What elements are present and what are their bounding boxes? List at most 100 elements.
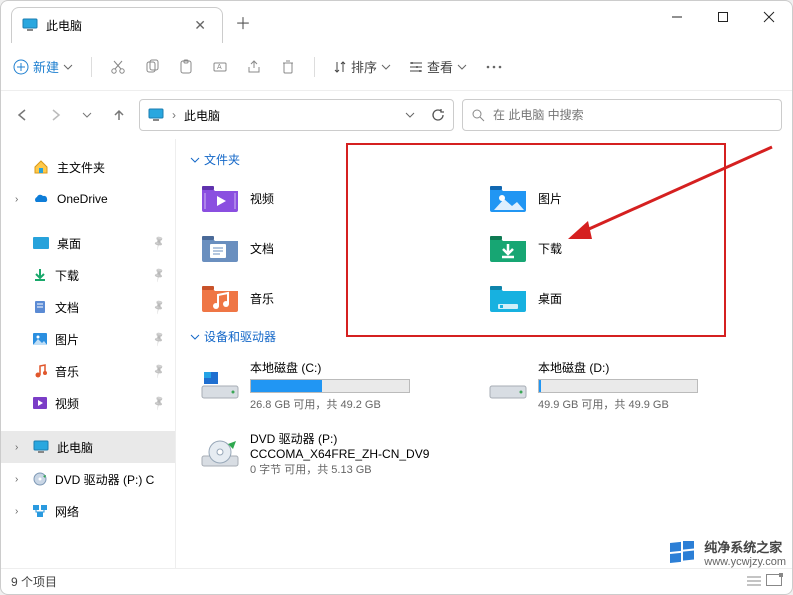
capacity-fill [539,380,541,392]
paste-button[interactable] [178,59,194,75]
downloads-icon [33,268,47,282]
search-input[interactable] [493,108,773,122]
item-count: 9 个项目 [11,573,57,590]
sidebar-item-home[interactable]: 主文件夹 [1,151,175,183]
back-button[interactable] [11,103,35,127]
sidebar-label: 此电脑 [57,439,93,456]
up-button[interactable] [107,103,131,127]
chevron-down-icon [190,332,200,342]
sidebar-item-desktop[interactable]: 桌面 [1,227,175,259]
tab-this-pc[interactable]: 此电脑 ✕ [11,7,223,43]
sidebar-item-network[interactable]: › 网络 [1,495,175,527]
sidebar-label: 视频 [55,395,79,412]
sidebar-item-videos[interactable]: 视频 [1,387,175,419]
drive-icon [488,370,528,402]
search-icon [471,108,485,122]
capacity-bar [250,379,410,393]
chevron-right-icon: › [172,108,176,122]
sidebar-label: 主文件夹 [57,159,105,176]
view-large-icon[interactable] [766,574,782,589]
watermark-logo-icon [670,541,698,565]
drive-icon [200,370,240,402]
sidebar-item-music[interactable]: 音乐 [1,355,175,387]
title-bar: 此电脑 ✕ ＋ [1,1,792,43]
drives-grid: 本地磁盘 (C:) 26.8 GB 可用，共 49.2 GB 本地磁盘 (D:)… [188,349,780,487]
folder-downloads[interactable]: 下载 [484,226,772,270]
folder-music[interactable]: 音乐 [196,276,484,320]
drive-detail: 49.9 GB 可用，共 49.9 GB [538,396,768,412]
section-folders[interactable]: 文件夹 [188,147,780,172]
drive-name: 本地磁盘 (D:) [538,359,768,376]
chevron-down-icon [381,62,391,72]
share-button[interactable] [246,59,262,75]
close-button[interactable] [746,1,792,33]
folder-label: 视频 [250,190,274,207]
sidebar-label: 文档 [55,299,79,316]
drive-d[interactable]: 本地磁盘 (D:) 49.9 GB 可用，共 49.9 GB [484,353,772,418]
sidebar-item-downloads[interactable]: 下载 [1,259,175,291]
documents-folder-icon [200,232,240,264]
new-tab-button[interactable]: ＋ [223,1,263,43]
dvd-drive-icon [200,438,240,470]
delete-button[interactable] [280,59,296,75]
refresh-button[interactable] [431,108,445,122]
tab-close-button[interactable]: ✕ [188,15,212,36]
more-button[interactable] [485,60,503,74]
folder-label: 图片 [538,190,562,207]
drive-c[interactable]: 本地磁盘 (C:) 26.8 GB 可用，共 49.2 GB [196,353,484,418]
videos-folder-icon [200,182,240,214]
drive-name: DVD 驱动器 (P:) [250,430,480,447]
new-label: 新建 [33,57,59,76]
folder-pictures[interactable]: 图片 [484,176,772,220]
window-controls [654,1,792,43]
explorer-window: 此电脑 ✕ ＋ 新建 A 排序 查看 [0,0,793,595]
network-icon [33,505,47,517]
watermark-url: www.ycwjzy.com [704,556,786,568]
status-bar: 9 个项目 [1,568,792,594]
drive-p[interactable]: DVD 驱动器 (P:) CCCOMA_X64FRE_ZH-CN_DV9 0 字… [196,424,484,483]
folder-label: 文档 [250,240,274,257]
dvd-icon [33,472,47,486]
tab-title: 此电脑 [46,17,82,34]
home-icon [33,159,49,175]
minimize-button[interactable] [654,1,700,33]
drive-name: 本地磁盘 (C:) [250,359,480,376]
copy-button[interactable] [144,59,160,75]
pictures-folder-icon [488,182,528,214]
rename-button[interactable]: A [212,59,228,75]
chevron-down-icon [190,155,200,165]
desktop-folder-icon [488,282,528,314]
desktop-icon [33,237,49,249]
chevron-right-icon: › [15,506,25,517]
maximize-button[interactable] [700,1,746,33]
address-bar[interactable]: › 此电脑 [139,99,454,131]
search-bar[interactable] [462,99,782,131]
view-label: 查看 [427,57,453,76]
drive-detail: 26.8 GB 可用，共 49.2 GB [250,396,480,412]
music-icon [33,364,47,378]
sidebar-item-onedrive[interactable]: › OneDrive [1,183,175,215]
forward-button[interactable] [43,103,67,127]
sidebar-item-documents[interactable]: 文档 [1,291,175,323]
folder-label: 下载 [538,240,562,257]
new-button[interactable]: 新建 [13,57,73,76]
videos-icon [33,397,47,409]
folder-videos[interactable]: 视频 [196,176,484,220]
chevron-right-icon: › [15,442,25,453]
section-drives[interactable]: 设备和驱动器 [188,324,780,349]
recent-button[interactable] [75,103,99,127]
view-details-icon[interactable] [746,574,762,589]
address-dropdown[interactable] [405,110,415,120]
section-label: 设备和驱动器 [204,328,276,345]
folder-desktop[interactable]: 桌面 [484,276,772,320]
sidebar-item-pictures[interactable]: 图片 [1,323,175,355]
cut-button[interactable] [110,59,126,75]
sidebar-item-thispc[interactable]: › 此电脑 [1,431,175,463]
pictures-icon [33,333,47,345]
chevron-down-icon [457,62,467,72]
sidebar-label: 下载 [55,267,79,284]
view-button[interactable]: 查看 [409,57,467,76]
folder-documents[interactable]: 文档 [196,226,484,270]
sidebar-item-dvd[interactable]: › DVD 驱动器 (P:) C [1,463,175,495]
sort-button[interactable]: 排序 [333,57,391,76]
